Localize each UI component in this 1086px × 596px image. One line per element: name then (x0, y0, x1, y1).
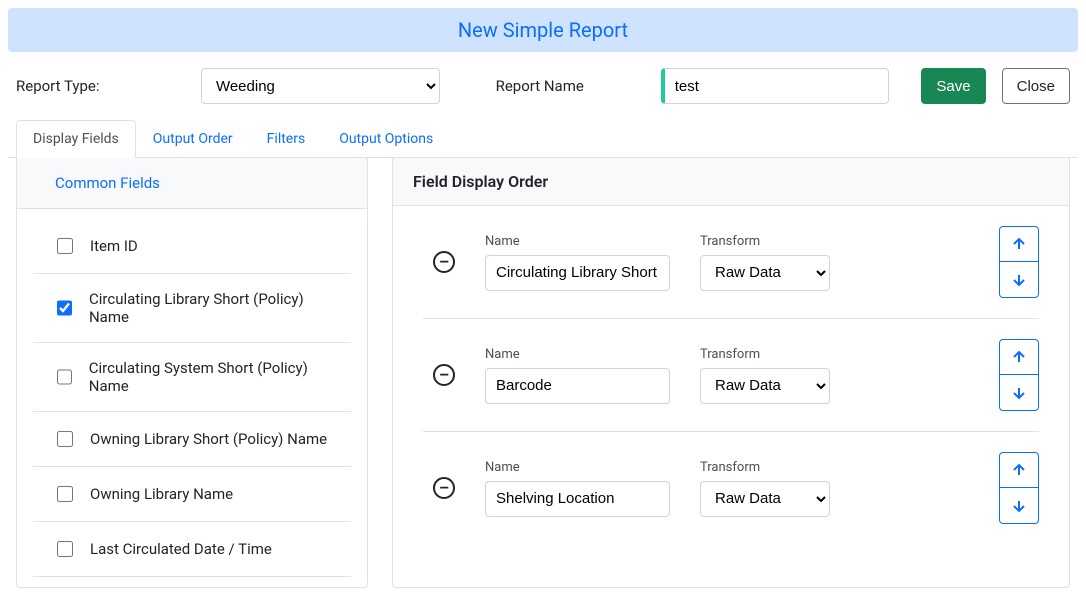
remove-icon[interactable] (433, 251, 455, 273)
move-up-button[interactable] (999, 452, 1039, 488)
tab-display-fields[interactable]: Display Fields (16, 120, 136, 158)
field-label: Owning Library Name (90, 485, 233, 503)
arrow-up-icon (1011, 236, 1027, 252)
arrow-down-icon (1011, 272, 1027, 288)
field-checkbox[interactable] (57, 238, 73, 254)
tab-filters[interactable]: Filters (250, 120, 323, 158)
transform-label: Transform (700, 347, 830, 362)
arrow-down-icon (1011, 385, 1027, 401)
name-input[interactable] (485, 255, 670, 291)
field-label: Last Circulated Date / Time (90, 540, 272, 558)
remove-icon[interactable] (433, 364, 455, 386)
transform-label: Transform (700, 234, 830, 249)
remove-icon[interactable] (433, 477, 455, 499)
move-down-button[interactable] (999, 375, 1039, 411)
close-button[interactable]: Close (1002, 68, 1070, 104)
name-input[interactable] (485, 481, 670, 517)
common-fields-panel: Common Fields Item ID Circulating Library… (16, 158, 368, 588)
arrow-up-icon (1011, 462, 1027, 478)
field-item: Owning Library Name (33, 467, 351, 522)
field-item: Circulating System Short (Policy) Name (33, 343, 351, 412)
field-checkbox[interactable] (57, 431, 73, 447)
move-down-button[interactable] (999, 262, 1039, 298)
arrow-up-icon (1011, 349, 1027, 365)
name-label: Name (485, 460, 670, 475)
order-row: Name Transform Raw Data (423, 432, 1039, 544)
field-display-order-panel: Field Display Order Name Transform Raw Dat… (392, 158, 1070, 588)
name-label: Name (485, 347, 670, 362)
field-label: Item ID (90, 237, 138, 255)
report-name-input[interactable] (661, 68, 890, 104)
field-label: Circulating System Short (Policy) Name (89, 359, 331, 395)
report-type-select[interactable]: Weeding (201, 68, 440, 104)
field-checkbox[interactable] (57, 369, 72, 385)
arrow-down-icon (1011, 498, 1027, 514)
order-row: Name Transform Raw Data (423, 206, 1039, 319)
tab-output-options[interactable]: Output Options (322, 120, 450, 158)
move-down-button[interactable] (999, 488, 1039, 524)
report-config-row: Report Type: Weeding Report Name Save Cl… (8, 68, 1078, 120)
field-checkbox[interactable] (57, 541, 73, 557)
field-display-order-header: Field Display Order (393, 158, 1069, 206)
transform-select[interactable]: Raw Data (700, 481, 830, 517)
field-checkbox[interactable] (57, 486, 73, 502)
report-name-label: Report Name (496, 77, 645, 95)
move-up-button[interactable] (999, 226, 1039, 262)
field-label: Circulating Library Short (Policy) Name (89, 290, 331, 326)
field-label: Owning Library Short (Policy) Name (90, 430, 327, 448)
name-label: Name (485, 234, 670, 249)
tab-bar: Display Fields Output Order Filters Outp… (8, 120, 1078, 158)
field-item: Owning Library Short (Policy) Name (33, 412, 351, 467)
name-input[interactable] (485, 368, 670, 404)
common-fields-header[interactable]: Common Fields (17, 158, 367, 209)
transform-label: Transform (700, 460, 830, 475)
transform-select[interactable]: Raw Data (700, 368, 830, 404)
tab-output-order[interactable]: Output Order (136, 120, 250, 158)
field-item: Circulating Library Short (Policy) Name (33, 274, 351, 343)
field-checkbox[interactable] (57, 300, 72, 316)
page-title: New Simple Report (8, 8, 1078, 52)
report-type-label: Report Type: (16, 77, 185, 95)
transform-select[interactable]: Raw Data (700, 255, 830, 291)
order-row: Name Transform Raw Data (423, 319, 1039, 432)
save-button[interactable]: Save (921, 68, 985, 104)
move-up-button[interactable] (999, 339, 1039, 375)
field-item: Item ID (33, 219, 351, 274)
field-item: Last Circulated Date / Time (33, 522, 351, 577)
